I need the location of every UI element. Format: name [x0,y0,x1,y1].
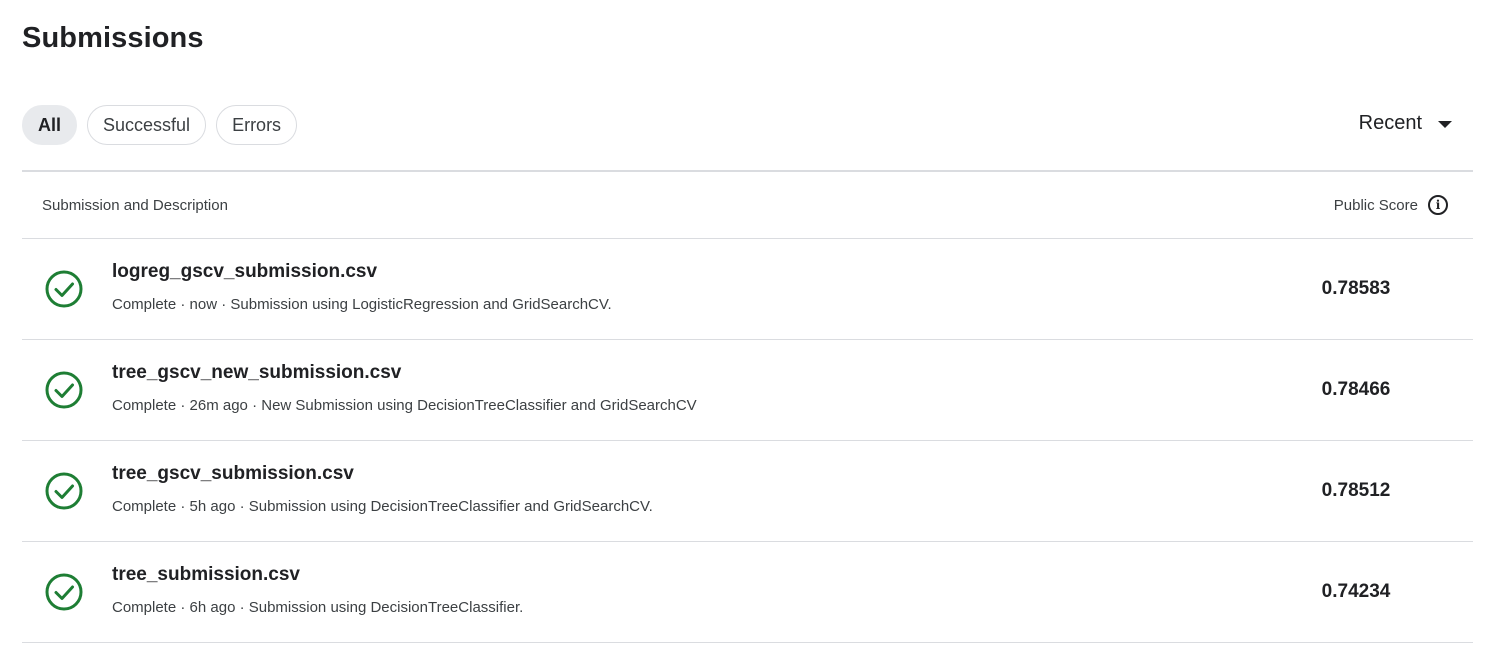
check-circle-icon [45,472,83,510]
filter-chips: All Successful Errors [22,105,298,145]
check-circle-icon [45,270,83,308]
submission-meta: Complete · 5h ago · Submission using Dec… [112,498,653,515]
caret-down-icon [1438,121,1452,128]
column-header-submission: Submission and Description [42,196,228,214]
submission-file-name[interactable]: tree_gscv_submission.csv [112,463,653,485]
info-icon[interactable]: i [1428,195,1448,215]
sort-dropdown[interactable]: Recent [1359,112,1452,135]
public-score: 0.78466 [1321,379,1391,400]
column-header-score-label: Public Score [1333,196,1418,214]
submission-file-name[interactable]: logreg_gscv_submission.csv [112,261,612,283]
submission-meta: Complete · now · Submission using Logist… [112,296,612,313]
table-row[interactable]: tree_submission.csv Complete · 6h ago · … [22,542,1473,643]
submission-file-name[interactable]: tree_gscv_new_submission.csv [112,362,697,384]
public-score: 0.78512 [1321,480,1391,501]
public-score: 0.78583 [1321,278,1391,299]
filter-successful-chip[interactable]: Successful [87,105,207,145]
sort-label: Recent [1358,112,1422,134]
public-score: 0.74234 [1321,581,1391,602]
filter-all-chip[interactable]: All [22,105,78,145]
table-row[interactable]: tree_gscv_submission.csv Complete · 5h a… [22,441,1473,542]
table-row[interactable]: tree_gscv_new_submission.csv Complete · … [22,340,1473,441]
check-circle-icon [45,371,83,409]
submissions-table: Submission and Description Public Score … [22,170,1473,643]
filter-errors-chip[interactable]: Errors [216,105,298,145]
table-row[interactable]: logreg_gscv_submission.csv Complete · no… [22,239,1473,340]
submission-file-name[interactable]: tree_submission.csv [112,564,523,586]
check-circle-icon [45,573,83,611]
table-header: Submission and Description Public Score … [22,172,1473,239]
submission-meta: Complete · 26m ago · New Submission usin… [112,397,697,414]
column-header-score: Public Score i [1334,195,1448,215]
submission-meta: Complete · 6h ago · Submission using Dec… [112,599,524,616]
page-title: Submissions [22,22,204,54]
